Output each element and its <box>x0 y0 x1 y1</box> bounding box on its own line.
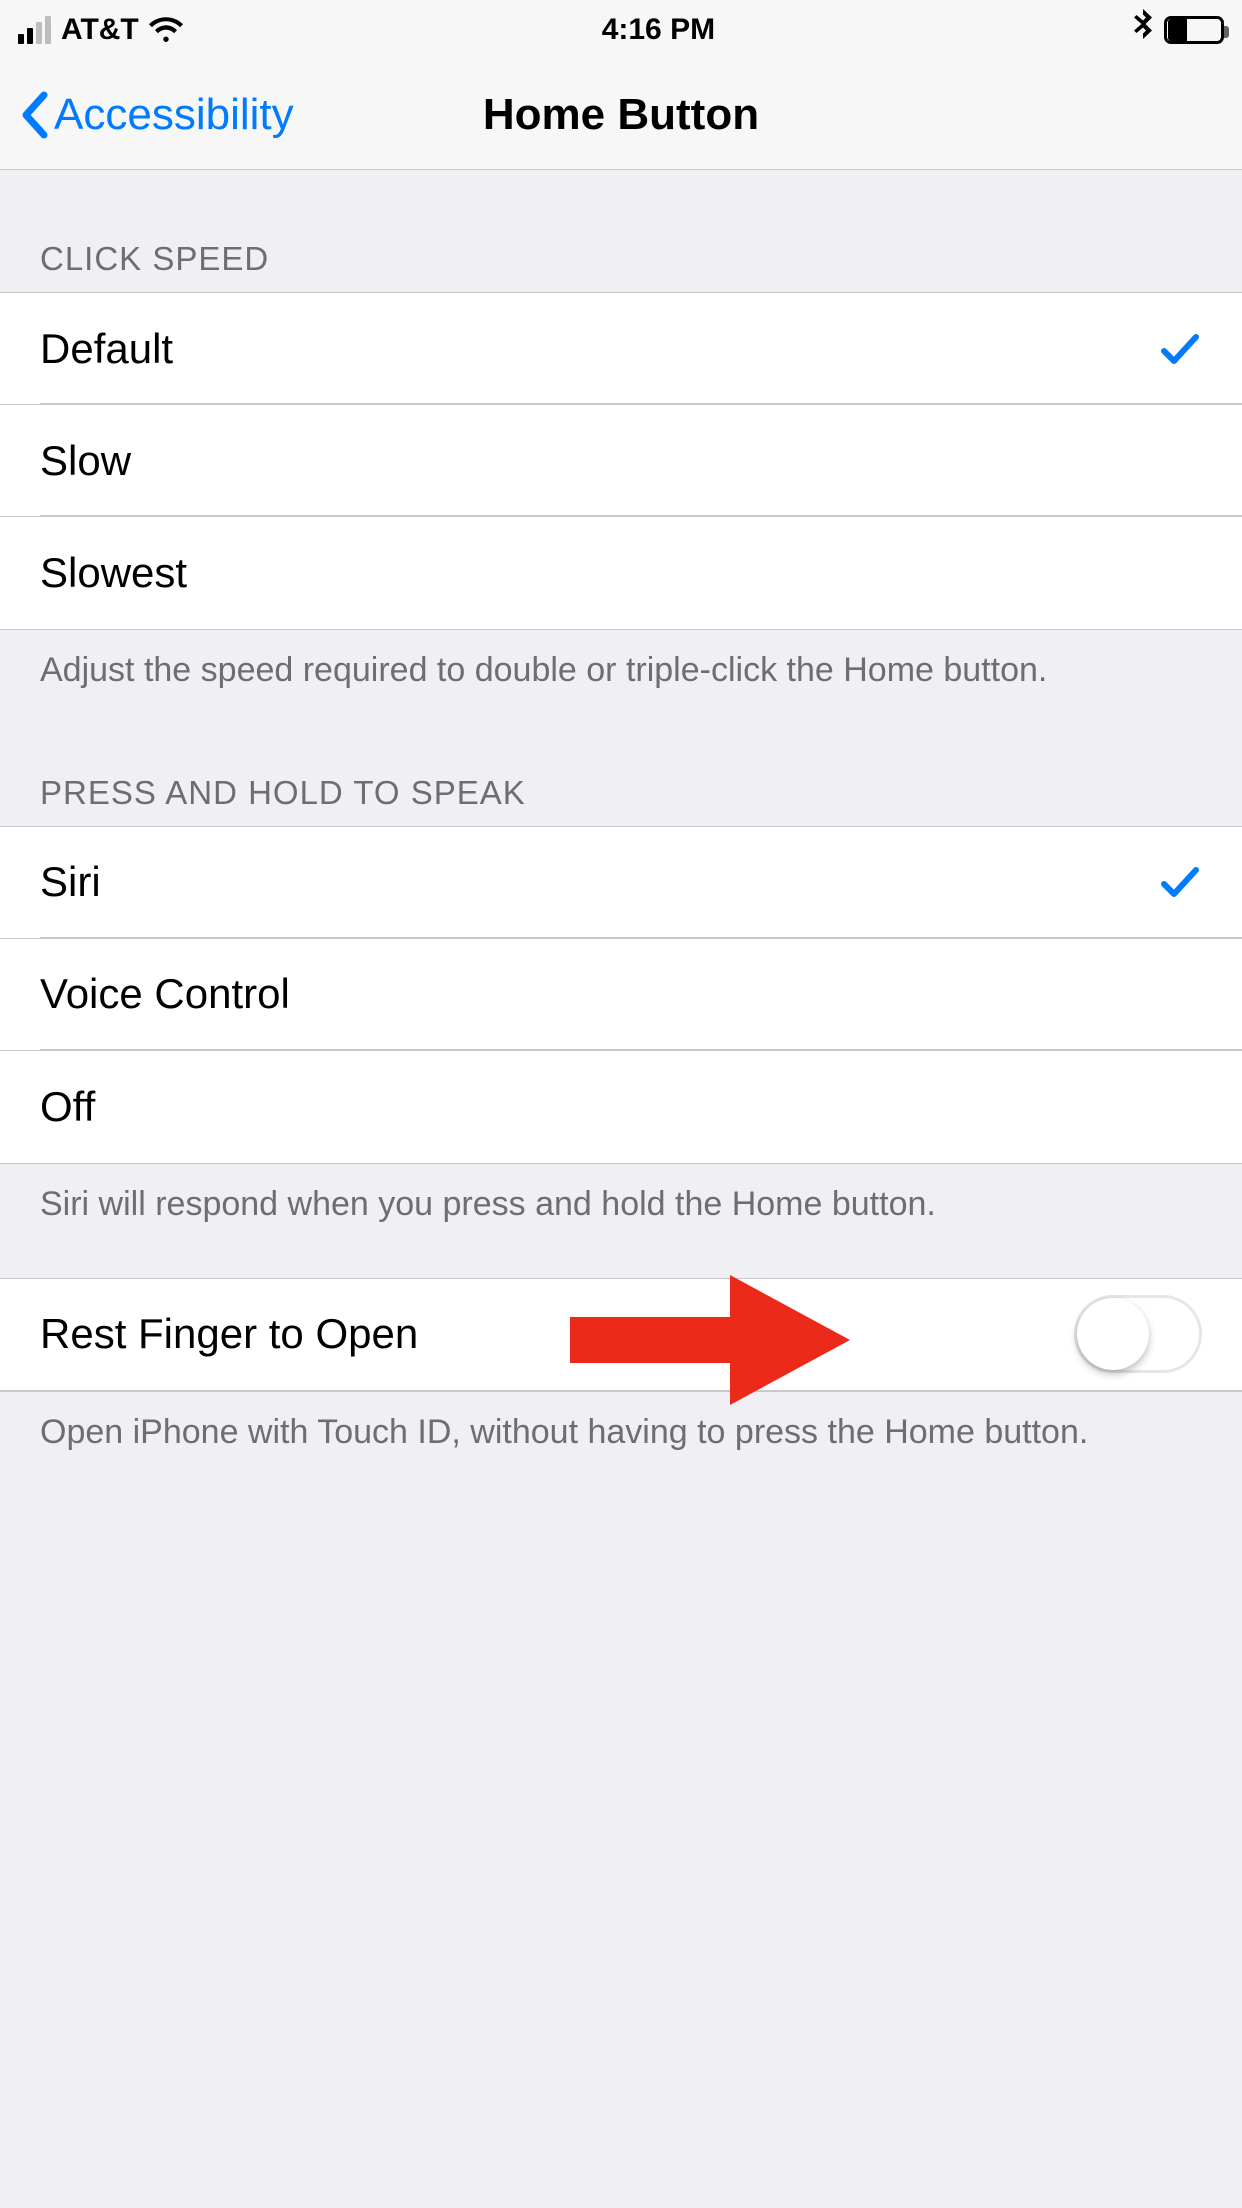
cell-label: Rest Finger to Open <box>40 1310 418 1358</box>
chevron-left-icon <box>18 91 48 139</box>
checkmark-icon <box>1158 327 1202 371</box>
cell-label: Voice Control <box>40 970 290 1018</box>
group-rest-finger: Rest Finger to Open <box>0 1278 1242 1392</box>
status-right <box>1134 9 1224 51</box>
wifi-icon <box>149 17 183 43</box>
option-press-hold-siri[interactable]: Siri <box>0 827 1242 939</box>
section-header-click-speed: Click Speed <box>0 200 1242 292</box>
nav-bar: Accessibility Home Button <box>0 60 1242 170</box>
rest-finger-switch[interactable] <box>1074 1295 1202 1373</box>
section-footer-click-speed: Adjust the speed required to double or t… <box>0 630 1242 694</box>
cell-label: Slow <box>40 437 131 485</box>
section-footer-press-hold: Siri will respond when you press and hol… <box>0 1164 1242 1228</box>
option-click-speed-slow[interactable]: Slow <box>0 405 1242 517</box>
cell-label: Siri <box>40 858 101 906</box>
cell-label: Default <box>40 325 173 373</box>
checkmark-icon <box>1158 860 1202 904</box>
back-button[interactable]: Accessibility <box>0 90 294 140</box>
section-header-press-hold: Press and Hold to Speak <box>0 734 1242 826</box>
option-press-hold-voice-control[interactable]: Voice Control <box>0 939 1242 1051</box>
option-click-speed-slowest[interactable]: Slowest <box>0 517 1242 629</box>
option-press-hold-off[interactable]: Off <box>0 1051 1242 1163</box>
group-press-hold: Siri Voice Control Off <box>0 826 1242 1164</box>
group-click-speed: Default Slow Slowest <box>0 292 1242 630</box>
bluetooth-icon <box>1134 9 1154 51</box>
status-left: AT&T <box>18 13 183 47</box>
clock: 4:16 PM <box>602 13 715 47</box>
cell-label: Off <box>40 1083 95 1131</box>
section-footer-rest-finger: Open iPhone with Touch ID, without havin… <box>0 1392 1242 1456</box>
status-bar: AT&T 4:16 PM <box>0 0 1242 60</box>
carrier-label: AT&T <box>61 13 139 47</box>
cell-label: Slowest <box>40 549 187 597</box>
back-label: Accessibility <box>54 90 294 140</box>
option-click-speed-default[interactable]: Default <box>0 293 1242 405</box>
row-rest-finger: Rest Finger to Open <box>0 1279 1242 1391</box>
battery-icon <box>1164 16 1224 44</box>
cellular-signal-icon <box>18 16 51 44</box>
